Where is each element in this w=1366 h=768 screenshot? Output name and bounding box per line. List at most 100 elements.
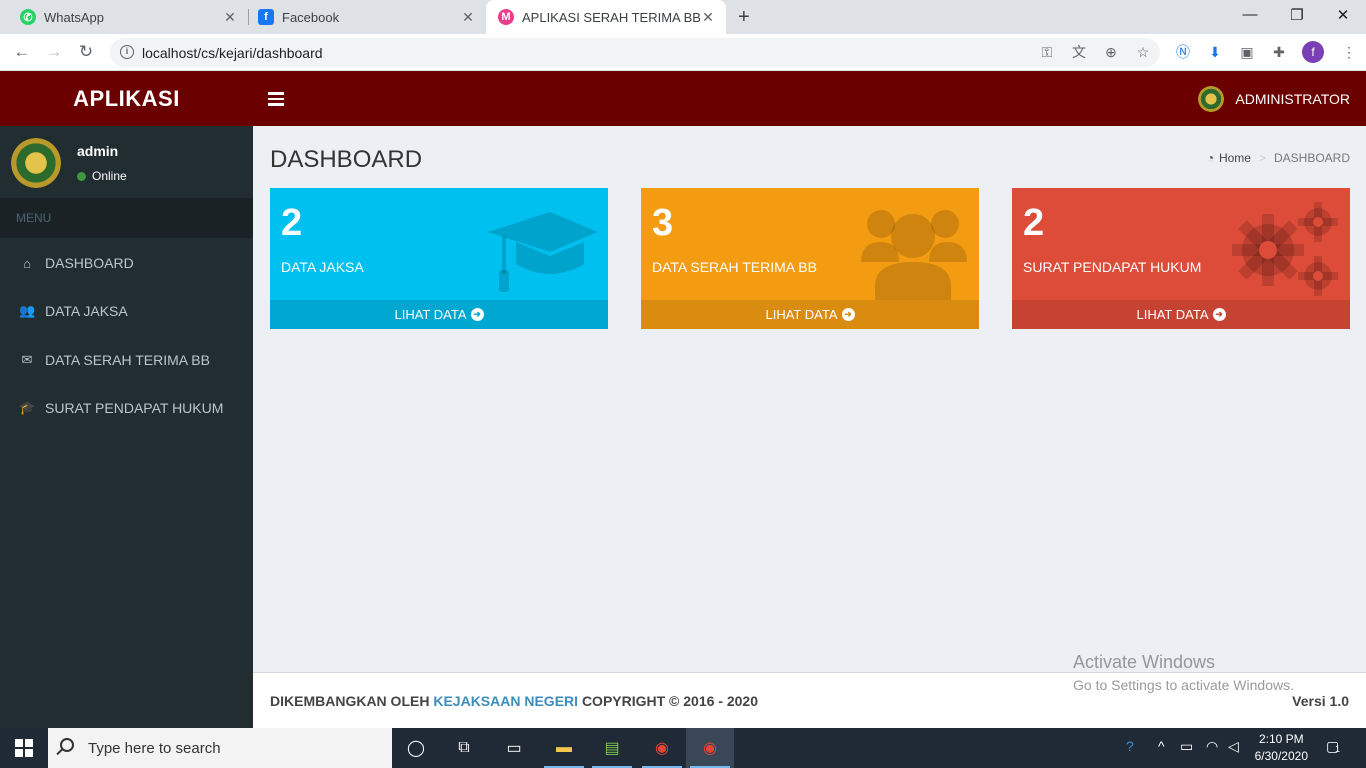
download-icon[interactable]: ⬇ [1206,43,1224,61]
back-icon[interactable]: ← [12,42,32,62]
breadcrumb-current: DASHBOARD [1273,151,1350,165]
watermark-title: Activate Windows [1073,652,1216,672]
chevron-up-icon[interactable]: ^ [1158,738,1165,754]
taskbar-search-box[interactable]: Type here to search [48,728,392,768]
key-icon[interactable]: ⚿ [1038,43,1056,61]
tab-title: APLIKASI SERAH TERIMA BB KEJA [522,9,700,25]
breadcrumb: ◔ Home > DASHBOARD [1207,151,1350,165]
avatar [11,138,61,188]
menu-header: MENU [0,198,253,238]
arrow-circle-right-icon: ➜ [841,308,855,321]
sidebar-item-label: DATA SERAH TERIMA BB [45,352,210,368]
wifi-icon[interactable]: ◠ [1206,738,1218,755]
breadcrumb-separator: > [1258,151,1266,165]
page-title: DASHBOARD [270,146,423,173]
new-tab-button[interactable]: + [738,6,750,29]
system-clock[interactable]: 2:10 PM 6/30/2020 [1255,731,1308,765]
users-icon: 👥 [19,303,36,318]
terminal-icon[interactable]: ▭ [490,728,538,768]
task-view-icon[interactable]: ⧉ [440,728,488,768]
whatsapp-icon: ✆ [20,9,36,25]
sidebar-item-data-serah-terima-bb[interactable]: ✉ DATA SERAH TERIMA BB [0,336,253,384]
stat-box-data-jaksa: 2 DATA JAKSA LIHAT DATA ➜ [270,188,608,329]
emblem-icon [1198,85,1225,112]
link-label: LIHAT DATA [394,307,467,322]
bookmark-star-icon[interactable]: ☆ [1134,43,1152,61]
sidebar-item-label: DASHBOARD [45,255,134,271]
start-button[interactable] [0,728,48,768]
info-icon[interactable]: i [120,45,134,59]
close-window-icon[interactable]: ✕ [1333,6,1353,24]
footer-credit: DIKEMBANGKAN OLEH KEJAKSAAN NEGERI COPYR… [270,693,758,709]
stat-value: 2 [281,202,303,244]
editor-icon[interactable]: ▤ [588,728,636,768]
link-label: LIHAT DATA [765,307,838,322]
menu-kebab-icon[interactable]: ⋮ [1340,43,1358,61]
stat-box-surat-pendapat-hukum: 2 SURAT PENDAPAT HUKUM LIHAT DATA ➜ [1012,188,1350,329]
profile-avatar[interactable]: f [1302,41,1324,63]
extension-puzzle-piece-icon[interactable]: ▣ [1238,43,1256,61]
sidebar-item-dashboard[interactable]: ⌂ DASHBOARD [0,239,253,287]
chrome-icon[interactable]: ◉ [638,728,686,768]
stat-box-data-serah-terima-bb: 3 DATA SERAH TERIMA BB LIHAT DATA ➜ [641,188,979,329]
online-dot-icon [77,171,86,181]
footer-version: Versi 1.0 [1292,693,1349,709]
sidebar-item-data-jaksa[interactable]: 👥 DATA JAKSA [0,287,253,335]
help-icon[interactable]: ? [1126,738,1134,754]
view-data-link[interactable]: LIHAT DATA ➜ [1012,300,1350,329]
main-content: DASHBOARD ◔ Home > DASHBOARD 2 DATA JAKS… [253,126,1366,672]
home-icon: ⌂ [23,255,31,271]
gears-icon [1232,202,1338,296]
restore-icon[interactable]: ❐ [1287,6,1307,24]
tab-whatsapp[interactable]: ✆ WhatsApp ✕ [0,0,248,34]
notification-count: 1 [1335,744,1341,754]
search-placeholder: Type here to search [88,739,221,757]
minimize-icon[interactable]: — [1240,6,1260,23]
chrome-profile-icon[interactable]: ◉ [686,728,734,768]
breadcrumb-home[interactable]: Home [1219,151,1251,165]
windows-taskbar: Type here to search ◯ ⧉ ▭ ▬ ▤ ◉ ◉ ? ^ ▭ … [0,728,1366,768]
view-data-link[interactable]: LIHAT DATA ➜ [641,300,979,329]
battery-icon[interactable]: ▭ [1180,738,1193,755]
hamburger-menu-icon[interactable] [268,89,284,107]
app-icon: M [498,9,514,25]
arrow-circle-right-icon: ➜ [470,308,484,321]
footer-org-link[interactable]: KEJAKSAAN NEGERI [433,693,578,709]
tab-aplikasi[interactable]: M APLIKASI SERAH TERIMA BB KEJA ✕ [486,0,726,34]
volume-icon[interactable]: ◁ [1228,738,1239,755]
users-icon [861,210,967,300]
sidebar-item-surat-pendapat-hukum[interactable]: 🎓 SURAT PENDAPAT HUKUM [0,384,253,432]
app-logo[interactable]: APLIKASI [0,71,253,126]
stat-value: 2 [1023,202,1045,244]
tab-title: Facebook [282,9,340,25]
view-data-link[interactable]: LIHAT DATA ➜ [270,300,608,329]
watermark-subtitle: Go to Settings to activate Windows. [1073,677,1294,693]
stat-label: DATA SERAH TERIMA BB [652,259,817,275]
extension-n-icon[interactable]: Ⓝ [1174,43,1192,61]
user-status: Online [77,169,127,183]
extensions-icon[interactable]: ✚ [1270,43,1288,61]
link-label: LIHAT DATA [1136,307,1209,322]
search-icon [60,738,74,752]
user-menu[interactable]: ADMINISTRATOR [1198,71,1350,126]
stat-label: DATA JAKSA [281,259,364,275]
forward-icon[interactable]: → [44,42,64,62]
translate-icon[interactable]: 文 [1070,43,1088,61]
status-text: Online [92,169,127,183]
close-icon[interactable]: ✕ [700,9,716,26]
footer-copyright: COPYRIGHT © 2016 - 2020 [581,693,758,709]
clock-date: 6/30/2020 [1254,749,1308,763]
file-explorer-icon[interactable]: ▬ [540,728,588,768]
graduation-cap-icon [488,212,598,292]
close-icon[interactable]: ✕ [222,9,238,26]
notification-icon[interactable]: ▢ 1 [1326,738,1341,755]
zoom-icon[interactable]: ⊕ [1102,43,1120,61]
user-name: admin [77,143,119,159]
stat-value: 3 [652,202,674,244]
tab-facebook[interactable]: f Facebook ✕ [238,0,486,34]
sidebar-item-label: DATA JAKSA [45,303,128,319]
address-bar[interactable]: i localhost/cs/kejari/dashboard ⚿ 文 ⊕ ☆ [110,38,1160,67]
cortana-icon[interactable]: ◯ [392,728,440,768]
close-icon[interactable]: ✕ [460,9,476,26]
reload-icon[interactable]: ↻ [76,42,96,62]
